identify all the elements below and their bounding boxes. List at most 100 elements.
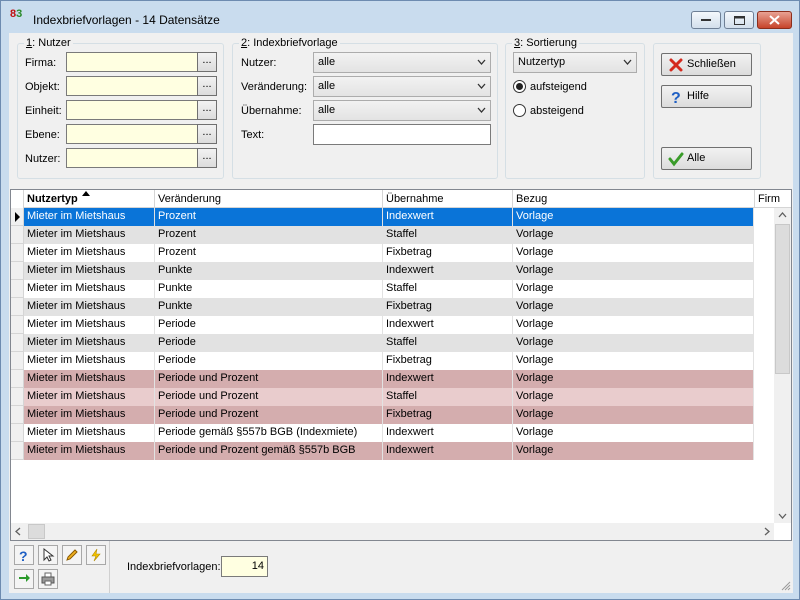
sort-ascending-label[interactable]: aufsteigend — [530, 81, 587, 93]
title-bar[interactable]: 83 Indexbriefvorlagen - 14 Datensätze — [1, 1, 799, 33]
close-window-button[interactable] — [757, 11, 792, 29]
uebernahme-dropdown[interactable]: alle — [313, 100, 491, 121]
sort-descending-label[interactable]: absteigend — [530, 105, 584, 117]
table-row[interactable]: Mieter im Mietshaus Periode und Prozent g… — [11, 442, 754, 460]
cell-veraenderung[interactable]: Periode — [155, 316, 383, 334]
table-row[interactable]: Mieter im Mietshaus Punkte Staffel Vorlage — [11, 280, 754, 298]
vertical-scroll-thumb[interactable] — [775, 224, 790, 374]
cell-bezug[interactable]: Vorlage — [513, 442, 754, 460]
cell-nutzertyp[interactable]: Mieter im Mietshaus — [24, 262, 155, 280]
table-row[interactable]: Mieter im Mietshaus Periode Fixbetrag Vorla… — [11, 352, 754, 370]
cell-veraenderung[interactable]: Prozent — [155, 244, 383, 262]
schliessen-button[interactable]: Schließen — [661, 53, 752, 76]
table-row[interactable]: Mieter im Mietshaus Prozent Fixbetrag Vorla… — [11, 244, 754, 262]
row-indicator[interactable] — [11, 406, 24, 424]
row-indicator[interactable] — [11, 388, 24, 406]
table-row[interactable]: Mieter im Mietshaus Prozent Indexwert Vorla… — [11, 208, 754, 226]
row-indicator[interactable] — [11, 442, 24, 460]
print-tool-button[interactable] — [38, 569, 58, 589]
horizontal-scroll-thumb[interactable] — [28, 524, 45, 539]
cell-nutzertyp[interactable]: Mieter im Mietshaus — [24, 406, 155, 424]
cell-veraenderung[interactable]: Periode — [155, 352, 383, 370]
nutzer-browse-button[interactable]: ... — [197, 148, 217, 168]
cell-uebernahme[interactable]: Fixbetrag — [383, 352, 513, 370]
col-header-bezug[interactable]: Bezug — [513, 190, 755, 208]
table-row[interactable]: Mieter im Mietshaus Punkte Fixbetrag Vorlag… — [11, 298, 754, 316]
cell-bezug[interactable]: Vorlage — [513, 262, 754, 280]
cell-veraenderung[interactable]: Prozent — [155, 226, 383, 244]
cell-uebernahme[interactable]: Indexwert — [383, 424, 513, 442]
cell-veraenderung[interactable]: Periode und Prozent — [155, 388, 383, 406]
cell-veraenderung[interactable]: Periode und Prozent — [155, 370, 383, 388]
row-indicator[interactable] — [11, 298, 24, 316]
scroll-left-icon[interactable] — [11, 523, 25, 540]
veraenderung-dropdown[interactable]: alle — [313, 76, 491, 97]
cell-veraenderung[interactable]: Periode — [155, 334, 383, 352]
scroll-right-icon[interactable] — [760, 523, 774, 540]
row-indicator[interactable] — [11, 370, 24, 388]
cell-uebernahme[interactable]: Fixbetrag — [383, 298, 513, 316]
cell-nutzertyp[interactable]: Mieter im Mietshaus — [24, 244, 155, 262]
objekt-field[interactable] — [66, 76, 202, 96]
alle-button[interactable]: Alle — [661, 147, 752, 170]
cell-veraenderung[interactable]: Punkte — [155, 298, 383, 316]
refresh-tool-button[interactable] — [14, 569, 34, 589]
cell-veraenderung[interactable]: Punkte — [155, 262, 383, 280]
cell-bezug[interactable]: Vorlage — [513, 226, 754, 244]
nutzer-field[interactable] — [66, 148, 202, 168]
einheit-browse-button[interactable]: ... — [197, 100, 217, 120]
cell-uebernahme[interactable]: Staffel — [383, 226, 513, 244]
einheit-field[interactable] — [66, 100, 202, 120]
row-indicator[interactable] — [11, 316, 24, 334]
data-grid[interactable]: Nutzertyp Veränderung Übernahme Bezug Fi… — [10, 189, 792, 541]
cell-nutzertyp[interactable]: Mieter im Mietshaus — [24, 316, 155, 334]
cell-bezug[interactable]: Vorlage — [513, 334, 754, 352]
resize-grip-icon[interactable] — [781, 581, 791, 591]
table-row[interactable]: Mieter im Mietshaus Periode gemäß §557b B… — [11, 424, 754, 442]
sort-descending-radio[interactable] — [513, 104, 526, 117]
firma-field[interactable] — [66, 52, 202, 72]
cell-uebernahme[interactable]: Indexwert — [383, 316, 513, 334]
cell-uebernahme[interactable]: Indexwert — [383, 208, 513, 226]
cell-nutzertyp[interactable]: Mieter im Mietshaus — [24, 208, 155, 226]
cell-uebernahme[interactable]: Fixbetrag — [383, 406, 513, 424]
col-header-veraenderung[interactable]: Veränderung — [155, 190, 383, 208]
cell-bezug[interactable]: Vorlage — [513, 298, 754, 316]
cell-nutzertyp[interactable]: Mieter im Mietshaus — [24, 370, 155, 388]
cell-uebernahme[interactable]: Indexwert — [383, 262, 513, 280]
table-row[interactable]: Mieter im Mietshaus Periode und Prozent In… — [11, 370, 754, 388]
cell-bezug[interactable]: Vorlage — [513, 316, 754, 334]
cell-nutzertyp[interactable]: Mieter im Mietshaus — [24, 388, 155, 406]
row-indicator[interactable] — [11, 226, 24, 244]
cell-bezug[interactable]: Vorlage — [513, 244, 754, 262]
cell-bezug[interactable]: Vorlage — [513, 406, 754, 424]
horizontal-scrollbar[interactable] — [11, 523, 774, 540]
cell-uebernahme[interactable]: Staffel — [383, 280, 513, 298]
cell-nutzertyp[interactable]: Mieter im Mietshaus — [24, 424, 155, 442]
sort-field-dropdown[interactable]: Nutzertyp — [513, 52, 637, 73]
cell-veraenderung[interactable]: Prozent — [155, 208, 383, 226]
cell-uebernahme[interactable]: Staffel — [383, 334, 513, 352]
maximize-button[interactable] — [724, 11, 754, 29]
cell-nutzertyp[interactable]: Mieter im Mietshaus — [24, 442, 155, 460]
cell-veraenderung[interactable]: Periode gemäß §557b BGB (Indexmiete) — [155, 424, 383, 442]
col-header-nutzertyp[interactable]: Nutzertyp — [24, 190, 155, 208]
cell-nutzertyp[interactable]: Mieter im Mietshaus — [24, 352, 155, 370]
objekt-browse-button[interactable]: ... — [197, 76, 217, 96]
action-tool-button[interactable] — [86, 545, 106, 565]
row-indicator[interactable] — [11, 280, 24, 298]
hilfe-button[interactable]: ? Hilfe — [661, 85, 752, 108]
row-indicator[interactable] — [11, 334, 24, 352]
table-row[interactable]: Mieter im Mietshaus Periode und Prozent St… — [11, 388, 754, 406]
text-input[interactable] — [313, 124, 491, 145]
col-header-firma[interactable]: Firm — [755, 190, 791, 208]
col-header-uebernahme[interactable]: Übernahme — [383, 190, 513, 208]
scroll-up-icon[interactable] — [774, 208, 791, 222]
cell-bezug[interactable]: Vorlage — [513, 388, 754, 406]
cell-bezug[interactable]: Vorlage — [513, 208, 754, 226]
cell-bezug[interactable]: Vorlage — [513, 280, 754, 298]
firma-browse-button[interactable]: ... — [197, 52, 217, 72]
row-indicator[interactable] — [11, 262, 24, 280]
vorlage-nutzer-dropdown[interactable]: alle — [313, 52, 491, 73]
row-indicator[interactable] — [11, 352, 24, 370]
